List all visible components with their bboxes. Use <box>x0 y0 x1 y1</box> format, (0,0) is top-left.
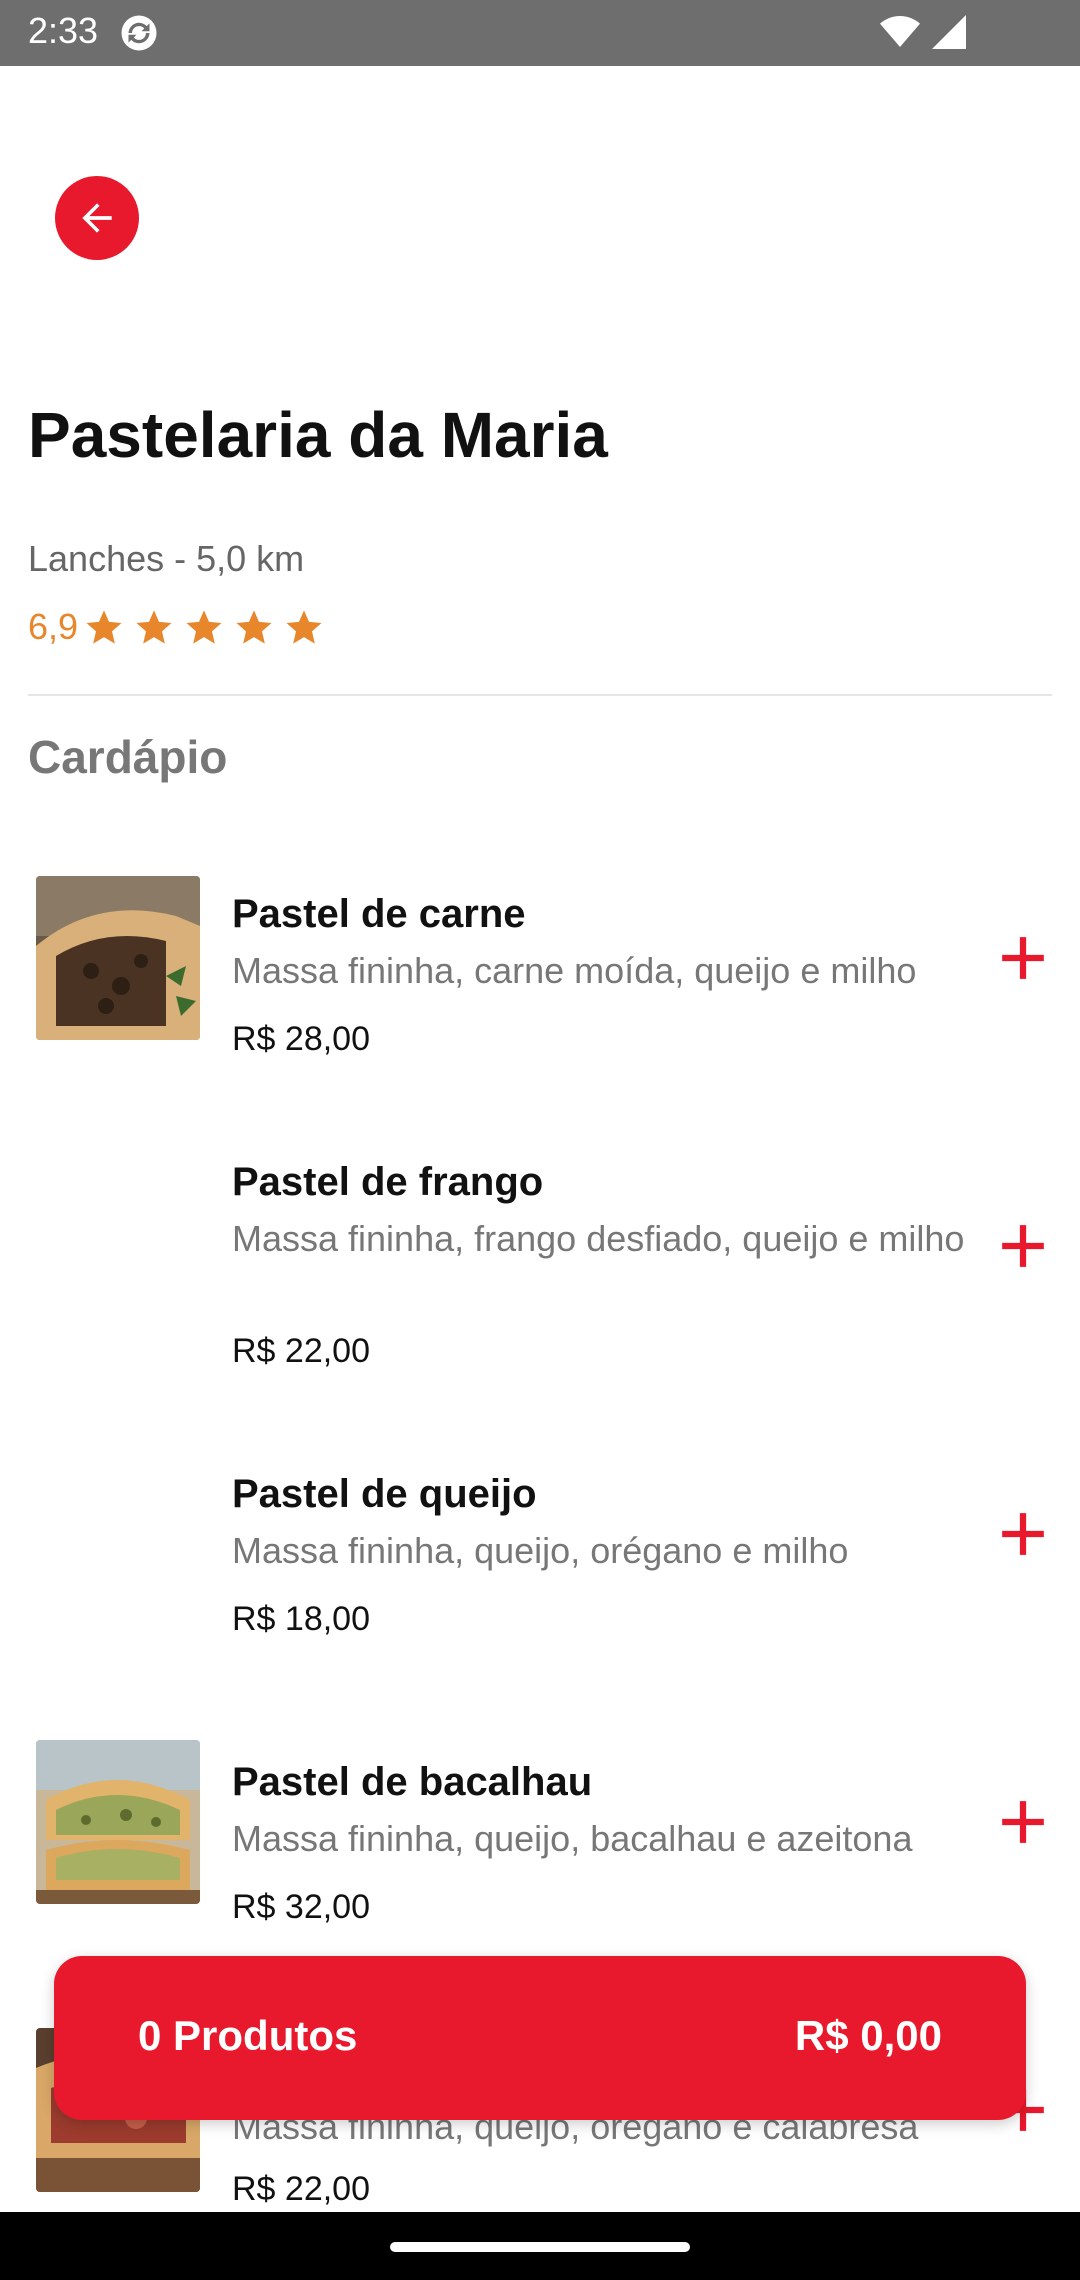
plus-icon <box>1002 937 1044 979</box>
store-name: Pastelaria da Maria <box>28 399 608 471</box>
navigation-bar <box>0 2212 1080 2280</box>
product-price: R$ 32,00 <box>232 1888 370 1926</box>
signal-icon <box>932 15 966 49</box>
arrow-left-icon <box>82 203 112 233</box>
cart-total: R$ 0,00 <box>794 2012 942 2059</box>
product-name: Pastel de carne <box>232 892 526 936</box>
product-price: R$ 22,00 <box>232 1332 370 1370</box>
add-button[interactable] <box>998 1797 1048 1847</box>
star-icon <box>136 610 172 644</box>
product-description: Massa fininha, carne moída, queijo e mil… <box>232 950 917 991</box>
status-bar: 2:33 <box>0 0 1080 66</box>
back-button[interactable] <box>55 176 139 260</box>
product-image <box>36 876 200 1040</box>
plus-icon <box>1002 1225 1044 1267</box>
product-image <box>36 1740 200 1904</box>
product-description: Massa fininha, frango desfiado, queijo e… <box>232 1218 965 1259</box>
star-icon <box>236 610 272 644</box>
product-description: Massa fininha, queijo, orégano e milho <box>232 1530 849 1571</box>
add-button[interactable] <box>998 933 1048 983</box>
wifi-icon <box>880 16 920 47</box>
add-button[interactable] <box>998 1509 1048 1559</box>
product-name: Pastel de bacalhau <box>232 1760 593 1804</box>
plus-icon <box>1002 1801 1044 1843</box>
store-category-distance: Lanches - 5,0 km <box>28 538 305 579</box>
cart-button[interactable]: 0 Produtos R$ 0,00 <box>54 1956 1026 2120</box>
home-gesture-handle[interactable] <box>390 2242 690 2252</box>
product-price: R$ 18,00 <box>232 1600 370 1638</box>
star-icon <box>186 610 222 644</box>
product-description: Massa fininha, queijo, bacalhau e azeito… <box>232 1818 913 1859</box>
product-price: R$ 22,00 <box>232 2170 370 2208</box>
divider <box>28 694 1052 696</box>
status-time: 2:33 <box>28 10 99 51</box>
rating-value: 6,9 <box>28 606 79 647</box>
cart-count: 0 Produtos <box>138 2012 358 2059</box>
add-button[interactable] <box>998 1221 1048 1271</box>
product-name: Pastel de queijo <box>232 1472 537 1516</box>
star-icon <box>286 610 322 644</box>
star-icon <box>86 610 122 644</box>
product-name: Pastel de frango <box>232 1160 544 1204</box>
store-rating: 6,9 <box>28 602 334 652</box>
plus-icon <box>1002 1513 1044 1555</box>
product-price: R$ 28,00 <box>232 1020 370 1058</box>
menu-title: Cardápio <box>28 731 228 783</box>
sync-icon <box>121 15 157 51</box>
